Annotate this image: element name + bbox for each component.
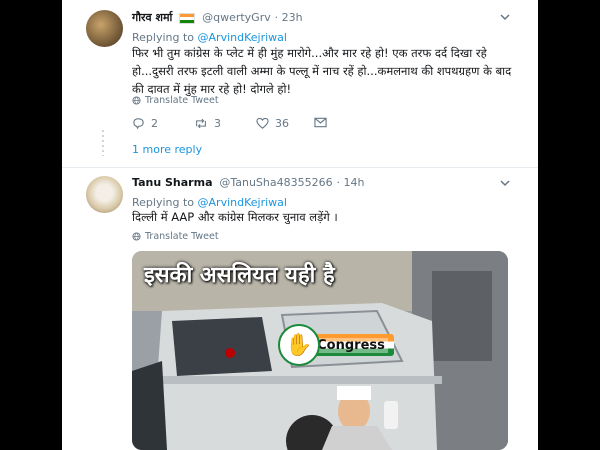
more-replies-link[interactable]: 1 more reply [132, 143, 202, 156]
tweet-header: Tanu Sharma @TanuSha48355266 · 14h [132, 176, 365, 189]
india-flag-icon [179, 12, 196, 24]
replying-to-link[interactable]: @ArvindKejriwal [198, 31, 287, 44]
timeline: गौरव शर्मा @qwertyGrv · 23h Replying to … [62, 0, 538, 450]
avatar[interactable] [86, 176, 123, 213]
hand-symbol-icon: ✋ [278, 324, 320, 366]
user-handle[interactable]: @TanuSha48355266 [219, 176, 332, 189]
replying-to: Replying to @ArvindKejriwal [132, 31, 287, 44]
like-button[interactable]: 36 [256, 117, 289, 130]
reply-count: 2 [151, 117, 158, 130]
chevron-down-icon[interactable] [500, 178, 510, 188]
translate-tweet[interactable]: Translate Tweet [132, 231, 219, 242]
globe-icon [132, 96, 141, 105]
retweet-button[interactable]: 3 [194, 117, 221, 130]
translate-tweet[interactable]: Translate Tweet [132, 95, 219, 106]
avatar[interactable] [86, 10, 123, 47]
tweet-text: दिल्ली में AAP और कांग्रेस मिलकर चुनाव ल… [132, 210, 338, 224]
timestamp[interactable]: 23h [282, 11, 303, 24]
tweet-media-image[interactable]: इसकी असलियत यही है Congress ✋ [132, 251, 508, 450]
tweet[interactable]: गौरव शर्मा @qwertyGrv · 23h Replying to … [62, 0, 538, 170]
tweet-header: गौरव शर्मा @qwertyGrv · 23h [132, 11, 303, 24]
media-caption: इसकी असलियत यही है [144, 263, 335, 288]
thread-connector [102, 130, 104, 156]
user-handle[interactable]: @qwertyGrv [202, 11, 271, 24]
reply-button[interactable]: 2 [132, 117, 158, 130]
display-name[interactable]: गौरव शर्मा [132, 11, 172, 24]
chevron-down-icon[interactable] [500, 12, 510, 22]
timestamp[interactable]: 14h [343, 176, 364, 189]
retweet-icon [196, 118, 206, 129]
retweet-count: 3 [214, 117, 221, 130]
globe-icon [132, 232, 141, 241]
message-button[interactable] [314, 117, 327, 128]
like-count: 36 [275, 117, 289, 130]
envelope-icon [314, 117, 327, 128]
display-name[interactable]: Tanu Sharma [132, 176, 213, 189]
tweet-text: फिर भी तुम कांग्रेस के प्लेट में ही मुंह… [132, 46, 512, 96]
reply-icon [133, 118, 144, 130]
heart-icon [256, 117, 269, 129]
